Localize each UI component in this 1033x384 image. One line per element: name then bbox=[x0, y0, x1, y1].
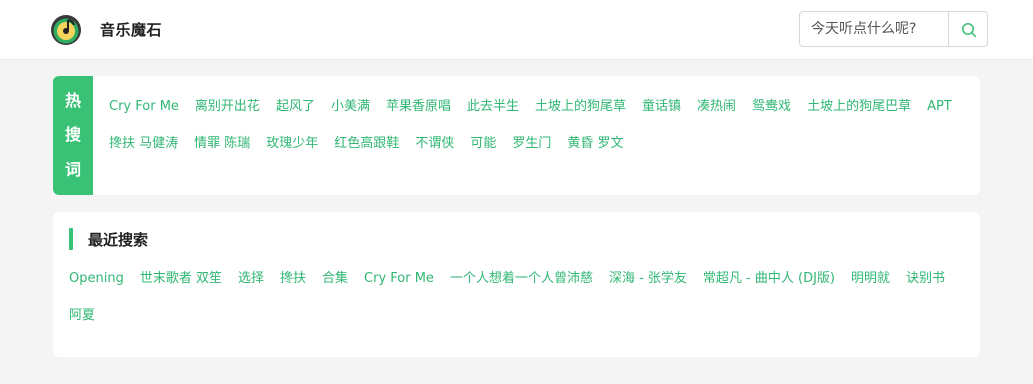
hot-search-tag[interactable]: 可能 bbox=[470, 125, 496, 162]
recent-search-tag[interactable]: Cry For Me bbox=[364, 260, 434, 297]
hot-search-tag[interactable]: 苹果香原唱 bbox=[386, 88, 451, 125]
hot-search-tag[interactable]: 土坡上的狗尾草 bbox=[535, 88, 626, 125]
recent-search-card: 最近搜索 Opening 世末歌者 双笙 选择 搀扶 合集 Cry For Me… bbox=[53, 212, 980, 357]
hot-search-tag[interactable]: 搀扶 马健涛 bbox=[109, 125, 178, 162]
hot-search-tag[interactable]: Cry For Me bbox=[109, 88, 179, 125]
hot-search-card: 热 搜 词 Cry For Me 离别开出花 起风了 小美满 苹果香原唱 此去半… bbox=[53, 76, 980, 195]
hot-search-tag[interactable]: 小美满 bbox=[331, 88, 370, 125]
search-button[interactable] bbox=[948, 12, 987, 46]
search-input[interactable] bbox=[800, 12, 948, 46]
recent-search-tag[interactable]: Opening bbox=[69, 260, 124, 297]
section-accent-bar bbox=[69, 228, 73, 250]
music-logo-icon[interactable] bbox=[50, 14, 82, 46]
hot-search-tag[interactable]: 不谓侠 bbox=[415, 125, 454, 162]
recent-search-tag[interactable]: 一个人想着一个人曾沛慈 bbox=[450, 260, 593, 297]
recent-search-tag[interactable]: 阿夏 bbox=[69, 297, 95, 334]
hot-search-tag[interactable]: 离别开出花 bbox=[195, 88, 260, 125]
recent-search-tag[interactable]: 搀扶 bbox=[280, 260, 306, 297]
hot-search-tag[interactable]: 黄昏 罗文 bbox=[567, 125, 623, 162]
recent-search-tag[interactable]: 深海 - 张学友 bbox=[609, 260, 687, 297]
hot-search-tag[interactable]: 凑热闹 bbox=[697, 88, 736, 125]
hot-search-tag[interactable]: 红色高跟鞋 bbox=[334, 125, 399, 162]
app-title[interactable]: 音乐魔石 bbox=[100, 19, 162, 41]
recent-search-tag[interactable]: 合集 bbox=[322, 260, 348, 297]
recent-search-tag[interactable]: 诀别书 bbox=[906, 260, 945, 297]
hot-search-tag[interactable]: 童话镇 bbox=[642, 88, 681, 125]
hot-search-tag[interactable]: 罗生门 bbox=[512, 125, 551, 162]
hot-search-tag[interactable]: 情罪 陈瑞 bbox=[194, 125, 250, 162]
recent-search-tag[interactable]: 明明就 bbox=[851, 260, 890, 297]
recent-search-tag[interactable]: 选择 bbox=[238, 260, 264, 297]
hot-search-tag[interactable]: 此去半生 bbox=[467, 88, 519, 125]
top-header: 音乐魔石 bbox=[0, 0, 1033, 60]
hot-search-tag[interactable]: 起风了 bbox=[276, 88, 315, 125]
recent-search-list: Opening 世末歌者 双笙 选择 搀扶 合集 Cry For Me 一个人想… bbox=[69, 260, 969, 334]
hot-label-char: 热 bbox=[64, 91, 81, 111]
hot-search-tag[interactable]: APT bbox=[927, 88, 952, 125]
search-icon bbox=[962, 23, 977, 38]
hot-label-char: 词 bbox=[64, 159, 81, 179]
hot-search-tag[interactable]: 土坡上的狗尾巴草 bbox=[807, 88, 911, 125]
hot-search-list: Cry For Me 离别开出花 起风了 小美满 苹果香原唱 此去半生 土坡上的… bbox=[109, 88, 979, 162]
hot-label-char: 搜 bbox=[64, 125, 81, 145]
search-box bbox=[799, 11, 988, 47]
recent-search-tag[interactable]: 世末歌者 双笙 bbox=[140, 260, 222, 297]
hot-search-label: 热 搜 词 bbox=[53, 76, 93, 195]
recent-search-title: 最近搜索 bbox=[88, 231, 149, 249]
hot-search-tag[interactable]: 鸳鸯戏 bbox=[752, 88, 791, 125]
recent-search-tag[interactable]: 常超凡 - 曲中人 (DJ版) bbox=[703, 260, 835, 297]
hot-search-tag[interactable]: 玫瑰少年 bbox=[266, 125, 318, 162]
